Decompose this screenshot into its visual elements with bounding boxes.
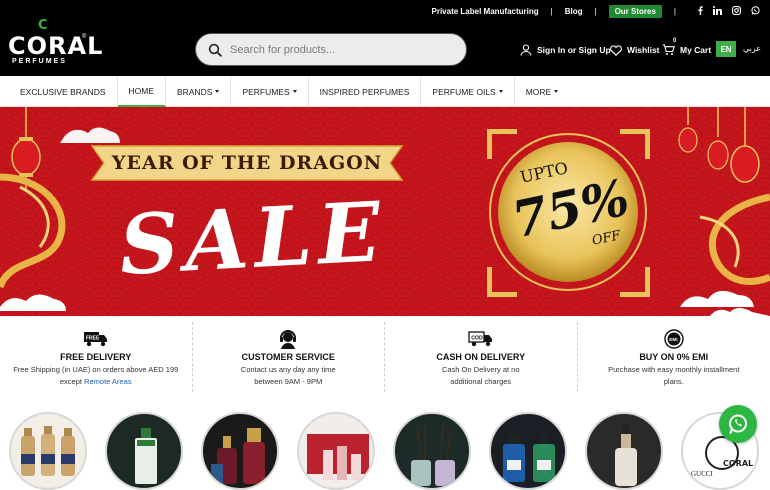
- whatsapp-icon: [727, 413, 749, 435]
- category-ornate-bottles[interactable]: [201, 412, 279, 490]
- category-gift-sets[interactable]: [9, 412, 87, 490]
- feature-desc: Cash On Delivery at no additional charge…: [385, 364, 577, 388]
- category-blue-green-bottles[interactable]: [489, 412, 567, 490]
- private-label-link[interactable]: Private Label Manufacturing: [432, 7, 539, 16]
- nav-label: BRANDS: [177, 87, 212, 97]
- features-strip: FREE FREE DELIVERY Free Shipping (in UAE…: [0, 322, 770, 392]
- instagram-icon[interactable]: [732, 6, 741, 17]
- nav-exclusive-brands[interactable]: EXCLUSIVE BRANDS: [0, 76, 118, 107]
- category-carousel: GUCCICORAL: [0, 410, 770, 470]
- feature-desc: Free Shipping (in UAE) on orders above A…: [0, 364, 192, 388]
- nav-label: EXCLUSIVE BRANDS: [20, 87, 106, 97]
- feature-emi: EMI BUY ON 0% EMI Purchase with easy mon…: [578, 322, 770, 392]
- svg-text:FREE: FREE: [86, 336, 100, 342]
- whatsapp-chat-button[interactable]: [719, 405, 757, 443]
- language-en-button[interactable]: EN: [716, 41, 736, 57]
- caret-down-icon: [215, 90, 219, 93]
- feature-desc: Purchase with easy monthly installment p…: [578, 364, 770, 388]
- svg-text:GUCCI: GUCCI: [691, 470, 713, 478]
- main-nav: EXCLUSIVE BRANDS HOME BRANDS PERFUMES IN…: [0, 76, 770, 107]
- headset-agent-icon: [278, 328, 298, 350]
- cart-label: My Cart: [680, 45, 711, 55]
- search-input[interactable]: [230, 44, 450, 56]
- nav-label: PERFUMES: [242, 87, 289, 97]
- feature-title: BUY ON 0% EMI: [639, 352, 708, 362]
- emi-badge-icon: EMI: [664, 328, 684, 350]
- separator: |: [551, 7, 553, 16]
- nav-brands[interactable]: BRANDS: [166, 76, 231, 107]
- separator: |: [674, 7, 676, 16]
- caret-down-icon: [554, 90, 558, 93]
- language-ar-button[interactable]: عربي: [743, 44, 761, 53]
- search-icon[interactable]: [208, 43, 222, 57]
- wishlist-label: Wishlist: [627, 45, 660, 55]
- signin-label: Sign In or Sign Up: [537, 45, 611, 55]
- separator: |: [595, 7, 597, 16]
- feature-desc: Contact us any day any time between 9AM …: [193, 364, 385, 388]
- feature-free-delivery: FREE FREE DELIVERY Free Shipping (in UAE…: [0, 322, 193, 392]
- category-serum-bottle[interactable]: [585, 412, 663, 490]
- svg-text:COD: COD: [471, 336, 483, 342]
- top-links: Private Label Manufacturing | Blog | Our…: [432, 4, 761, 18]
- whatsapp-small-icon[interactable]: [751, 6, 760, 17]
- signin-link[interactable]: Sign In or Sign Up: [520, 42, 611, 58]
- wishlist-link[interactable]: Wishlist: [610, 42, 660, 58]
- banner-tagline: YEAR OF THE DRAGON: [92, 146, 402, 180]
- feature-title: CUSTOMER SERVICE: [242, 352, 335, 362]
- nav-more[interactable]: MORE: [515, 76, 570, 107]
- blog-link[interactable]: Blog: [565, 7, 583, 16]
- feature-customer-service: CUSTOMER SERVICE Contact us any day any …: [193, 322, 386, 392]
- feature-cash-on-delivery: COD CASH ON DELIVERY Cash On Delivery at…: [385, 322, 578, 392]
- coral-perfumes-logo[interactable]: C CORAL ® PERFUMES: [8, 18, 92, 70]
- heart-icon: [610, 45, 622, 56]
- logo-registered: ®: [82, 34, 86, 40]
- category-green-bottle[interactable]: [105, 412, 183, 490]
- caret-down-icon: [499, 90, 503, 93]
- nav-perfumes[interactable]: PERFUMES: [231, 76, 308, 107]
- feature-title: CASH ON DELIVERY: [436, 352, 525, 362]
- nav-perfume-oils[interactable]: PERFUME OILS: [421, 76, 514, 107]
- search-bar: [195, 33, 467, 66]
- promo-banner[interactable]: YEAR OF THE DRAGON SALE UPTO 75% OFF: [0, 107, 770, 316]
- feature-title: FREE DELIVERY: [60, 352, 131, 362]
- cart-icon: [662, 44, 675, 56]
- our-stores-button[interactable]: Our Stores: [609, 5, 662, 18]
- logo-wordmark: CORAL: [8, 32, 103, 60]
- nav-home[interactable]: HOME: [118, 76, 167, 107]
- remote-areas-link[interactable]: Remote Areas: [84, 377, 132, 386]
- cod-truck-icon: COD: [468, 328, 494, 350]
- facebook-icon[interactable]: [698, 6, 703, 17]
- nav-label: HOME: [129, 86, 155, 96]
- logo-mark: C: [38, 18, 48, 33]
- logo-subtitle: PERFUMES: [12, 58, 67, 65]
- nav-inspired-perfumes[interactable]: INSPIRED PERFUMES: [309, 76, 422, 107]
- nav-label: MORE: [526, 87, 552, 97]
- svg-text:EMI: EMI: [669, 337, 677, 342]
- nav-label: PERFUME OILS: [432, 87, 495, 97]
- top-header: Private Label Manufacturing | Blog | Our…: [0, 0, 770, 76]
- cart-link[interactable]: 0 My Cart: [662, 42, 711, 58]
- delivery-truck-icon: FREE: [83, 328, 109, 350]
- category-reed-diffusers[interactable]: [393, 412, 471, 490]
- category-gift-box[interactable]: [297, 412, 375, 490]
- svg-text:CORAL: CORAL: [723, 459, 753, 468]
- user-icon: [520, 44, 532, 56]
- banner-headline: SALE: [105, 179, 400, 298]
- nav-label: INSPIRED PERFUMES: [320, 87, 410, 97]
- caret-down-icon: [293, 90, 297, 93]
- cart-count: 0: [673, 38, 676, 44]
- linkedin-icon[interactable]: [713, 6, 722, 17]
